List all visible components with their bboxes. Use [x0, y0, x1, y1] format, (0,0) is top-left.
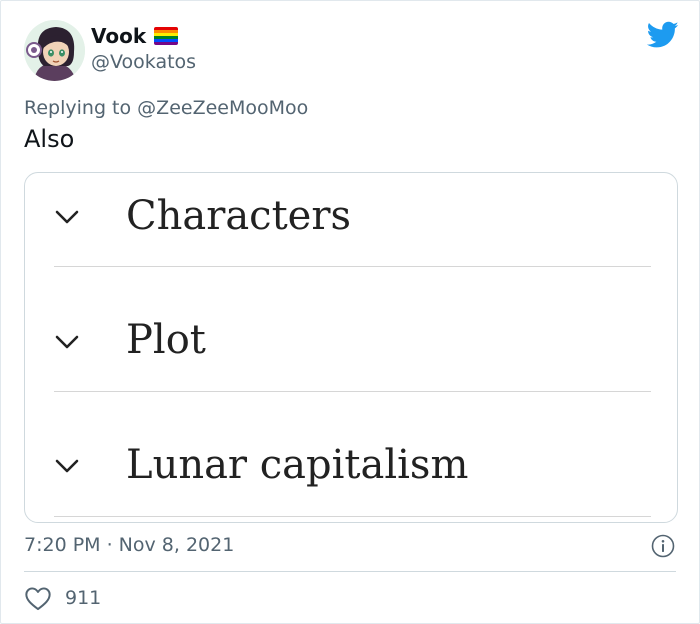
replying-to: Replying to @ZeeZeeMooMoo: [24, 97, 308, 119]
tweet-text: Also: [24, 125, 75, 153]
avatar-portrait-icon: [24, 20, 85, 81]
action-divider: [24, 571, 676, 572]
flag-stripe: [154, 42, 179, 45]
like-button[interactable]: 911: [24, 585, 101, 611]
twitter-bird-icon[interactable]: [647, 21, 679, 49]
accordion-divider: [54, 516, 651, 517]
info-icon[interactable]: [651, 534, 675, 558]
replying-to-prefix: Replying to: [24, 97, 132, 119]
accordion-item-plot: Plot: [54, 297, 651, 390]
chevron-down-icon: [55, 210, 79, 224]
author-display-name[interactable]: Vook: [91, 24, 146, 48]
rainbow-pride-flag-icon: [154, 27, 179, 45]
chevron-down-icon: [55, 459, 79, 473]
tweet-timestamp[interactable]: 7:20 PM · Nov 8, 2021: [24, 534, 234, 556]
tweet-card: Vook @Vookatos Replying to @ZeeZeeMooMoo…: [0, 0, 700, 624]
avatar[interactable]: [24, 20, 85, 81]
accordion-divider: [54, 266, 651, 267]
chevron-down-icon: [55, 335, 79, 349]
accordion-item-lunar-capitalism: Lunar capitalism: [54, 422, 651, 515]
heart-icon[interactable]: [24, 585, 52, 611]
reply-mention-link[interactable]: @ZeeZeeMooMoo: [137, 97, 308, 119]
author-name-row[interactable]: Vook: [91, 23, 179, 49]
accordion-label: Plot: [126, 317, 206, 363]
like-count: 911: [65, 587, 102, 609]
tweet-image[interactable]: Characters Plot Lunar capitalism: [24, 172, 678, 523]
accordion-divider: [54, 391, 651, 392]
accordion-item-characters: Characters: [54, 173, 651, 266]
accordion-label: Characters: [126, 193, 351, 239]
author-handle[interactable]: @Vookatos: [91, 51, 196, 73]
accordion-label: Lunar capitalism: [126, 442, 469, 488]
